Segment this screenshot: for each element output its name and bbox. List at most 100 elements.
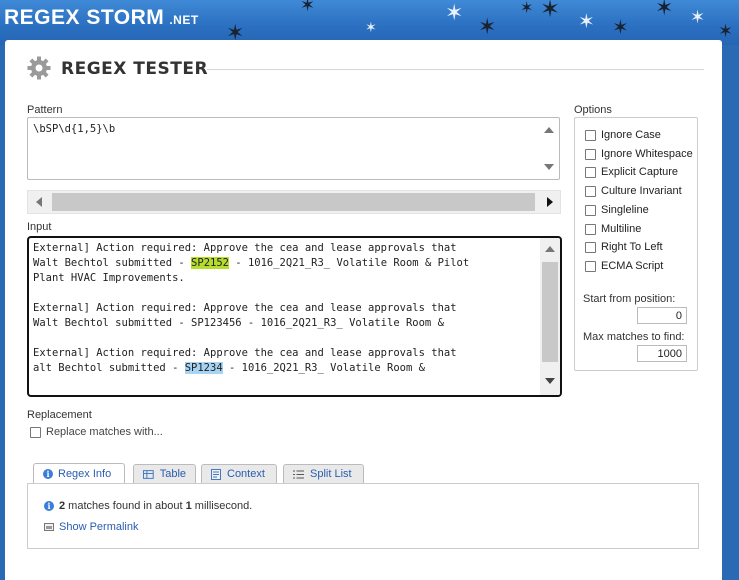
line-text: External] Action required: Approve the c… [33, 242, 457, 254]
checkbox[interactable] [30, 426, 41, 438]
match-highlight: SP1234 [184, 362, 223, 374]
line-text: - 1016_2Q21_R3_ Volatile Room & [222, 362, 425, 374]
show-permalink-link[interactable]: Show Permalink [44, 521, 138, 533]
scroll-left-icon[interactable] [36, 197, 42, 207]
option-checkbox[interactable]: Ignore Whitespace [585, 148, 693, 160]
option-label: Ignore Whitespace [601, 148, 693, 160]
pattern-horizontal-scrollbar[interactable] [27, 190, 561, 214]
input-line: alt Bechtol submitted - SP1234 - 1016_2Q… [33, 361, 536, 376]
option-label: ECMA Script [601, 260, 664, 272]
tab-table[interactable]: Table [133, 464, 196, 483]
tab-label: Split List [310, 468, 352, 480]
page-title-row: REGEX TESTER [27, 56, 704, 82]
checkbox[interactable] [585, 185, 596, 197]
checkbox[interactable] [585, 260, 596, 272]
star-decoration: ✶ [578, 11, 595, 33]
input-line: Walt Bechtol submitted - SP123456 - 1016… [33, 316, 536, 331]
star-decoration: ✶ [612, 17, 629, 39]
option-checkbox[interactable]: Ignore Case [585, 129, 661, 141]
checkbox[interactable] [585, 129, 596, 141]
option-checkbox[interactable]: Explicit Capture [585, 166, 678, 178]
logo-text: REGEX STORM [4, 6, 165, 29]
scroll-up-icon[interactable] [544, 127, 554, 133]
scrollbar-thumb[interactable] [52, 193, 535, 211]
star-decoration: ✶ [478, 14, 497, 39]
document-icon [211, 468, 221, 480]
replace-matches-checkbox[interactable]: Replace matches with... [30, 426, 163, 438]
pattern-input[interactable]: \bSP\d{1,5}\b [27, 117, 560, 180]
scroll-up-icon[interactable] [545, 246, 555, 252]
title-divider [207, 69, 704, 70]
star-decoration: ✶ [445, 0, 464, 25]
option-label: Explicit Capture [601, 166, 679, 178]
tab-context[interactable]: Context [201, 464, 277, 483]
checkbox[interactable] [585, 223, 596, 235]
scroll-down-icon[interactable] [544, 164, 554, 170]
option-checkbox[interactable]: Culture Invariant [585, 185, 682, 197]
line-text: Walt Bechtol submitted - [33, 257, 192, 269]
options-label: Options [574, 104, 612, 116]
option-checkbox[interactable]: ECMA Script [585, 260, 663, 272]
checkbox[interactable] [585, 148, 596, 160]
max-matches-input[interactable]: 1000 [637, 345, 687, 362]
list-icon [293, 470, 304, 478]
line-text: Plant HVAC Improvements. [33, 272, 185, 284]
input-line: External] Action required: Approve the c… [33, 346, 536, 361]
option-label: Culture Invariant [601, 185, 682, 197]
start-position-input[interactable]: 0 [637, 307, 687, 324]
match-highlight: SP2152 [191, 257, 229, 269]
line-text: Walt Bechtol submitted - SP123456 - 1016… [33, 317, 444, 329]
star-decoration: ✶ [540, 0, 561, 23]
option-checkbox[interactable]: Multiline [585, 223, 641, 235]
input-vertical-scrollbar[interactable] [540, 238, 560, 395]
max-matches-label: Max matches to find: [583, 331, 685, 343]
tab-split-list[interactable]: Split List [283, 464, 364, 483]
star-decoration: ✶ [690, 7, 706, 27]
start-position-label: Start from position: [583, 293, 676, 305]
input-line: Walt Bechtol submitted - SP2152 - 1016_2… [33, 256, 536, 271]
option-label: Ignore Case [601, 129, 661, 141]
line-text: - 1016_2Q21_R3_ Volatile Room & Pilot [228, 257, 470, 269]
replacement-label: Replacement [27, 409, 92, 421]
star-decoration: ✶ [655, 0, 674, 20]
tab-regex-info[interactable]: i Regex Info [33, 463, 125, 484]
input-line: Plant HVAC Improvements. [33, 271, 536, 286]
line-text: External] Action required: Approve the c… [33, 347, 457, 359]
line-text: External] Action required: Approve the c… [33, 302, 457, 314]
checkbox[interactable] [585, 204, 596, 216]
scroll-down-icon[interactable] [545, 378, 555, 384]
scrollbar-thumb[interactable] [542, 262, 558, 362]
line-text: alt Bechtol submitted - [33, 362, 185, 374]
star-decoration: ✶ [718, 21, 734, 41]
table-icon [143, 469, 154, 479]
tab-label: Regex Info [58, 468, 112, 480]
input-label: Input [27, 221, 52, 233]
site-logo[interactable]: REGEX STORM .NET [4, 6, 199, 30]
tab-label: Context [227, 468, 265, 480]
input-line: External] Action required: Approve the c… [33, 241, 536, 256]
info-icon: i [43, 469, 53, 479]
input-textarea[interactable]: External] Action required: Approve the c… [27, 236, 562, 397]
gear-icon [27, 56, 51, 80]
checkbox[interactable] [585, 166, 596, 178]
logo-suffix: .NET [169, 13, 199, 27]
star-decoration: ✶ [520, 0, 534, 17]
permalink-label: Show Permalink [59, 521, 139, 533]
star-decoration: ✶ [300, 0, 316, 15]
input-line [33, 331, 536, 346]
star-decoration: ✶ [365, 19, 377, 35]
option-label: Multiline [601, 223, 642, 235]
input-line [33, 286, 536, 301]
match-text: matches found in about [65, 500, 186, 512]
option-checkbox[interactable]: Singleline [585, 204, 649, 216]
option-checkbox[interactable]: Right To Left [585, 241, 663, 253]
link-icon [44, 523, 54, 531]
scroll-right-icon[interactable] [547, 197, 553, 207]
info-icon: i [44, 501, 54, 511]
site-header: ✶ ✶ ✶ ✶ ✶ ✶ ✶ ✶ ✶ ✶ ✶ ✶ REGEX STORM .NET [0, 0, 739, 45]
replace-matches-label: Replace matches with... [46, 426, 163, 438]
match-text-end: millisecond. [191, 500, 253, 512]
options-panel: Ignore Case Ignore Whitespace Explicit Cap… [574, 117, 698, 371]
input-line: External] Action required: Approve the c… [33, 301, 536, 316]
checkbox[interactable] [585, 241, 596, 253]
